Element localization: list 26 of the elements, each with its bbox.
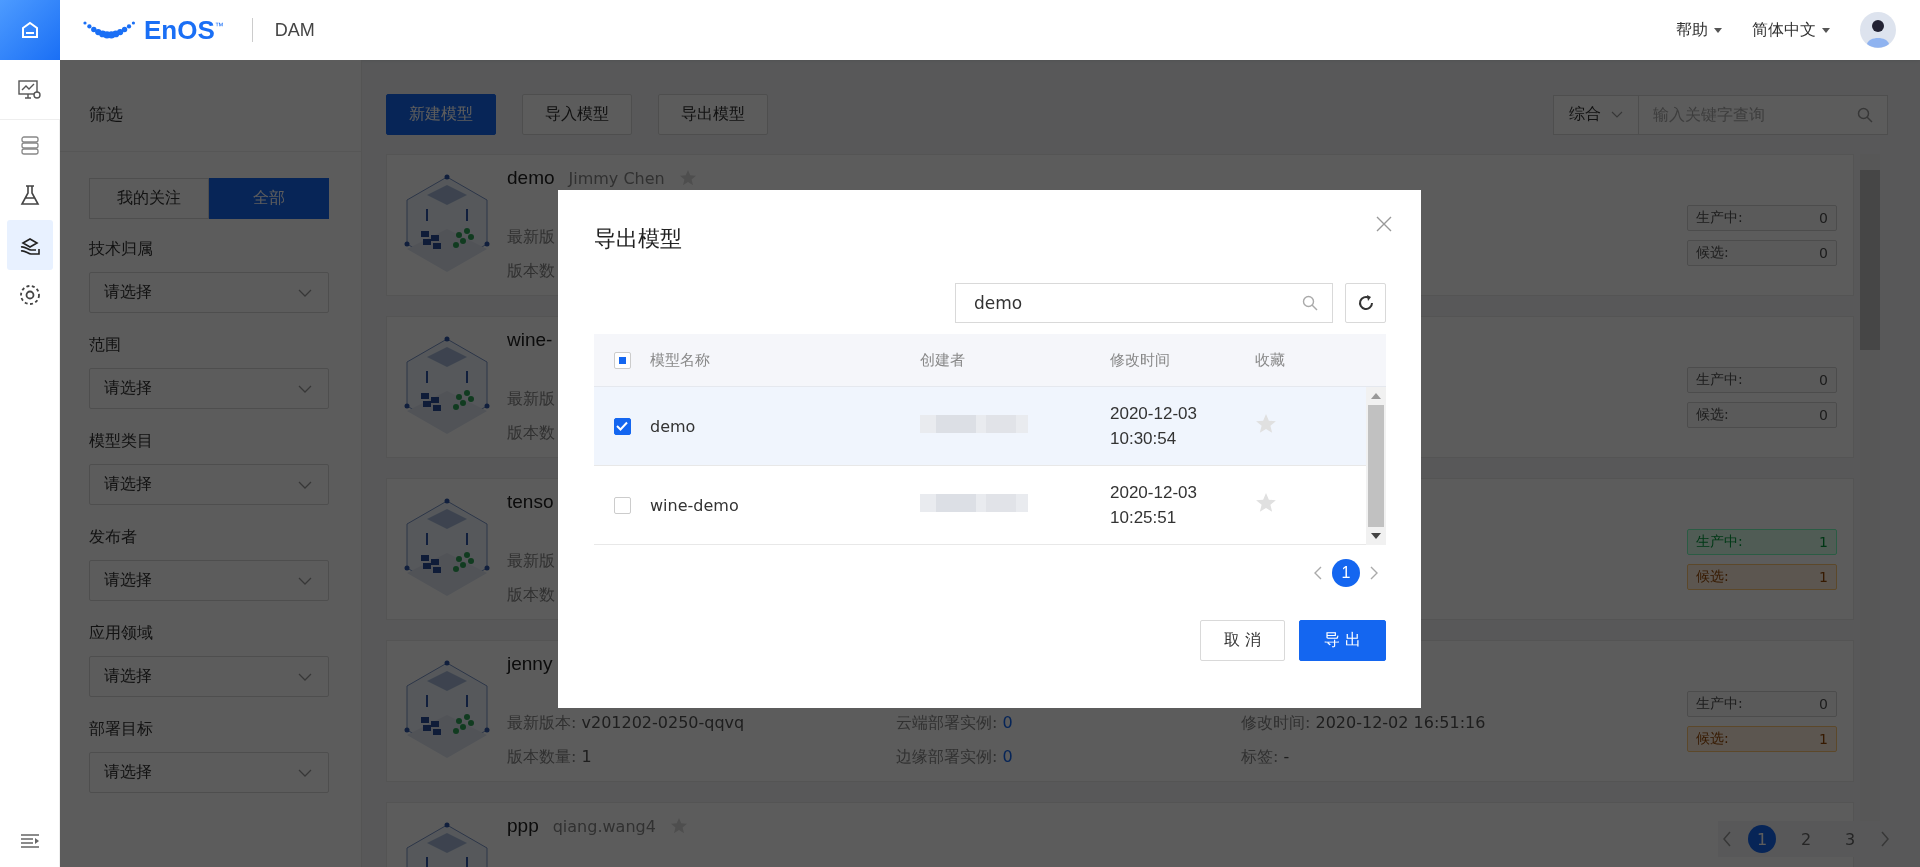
status-badge: 候选: 0 [1687,402,1837,428]
status-badge: 生产中: 1 [1687,529,1837,555]
status-badge: 候选: 1 [1687,726,1837,752]
status-badge: 生产中: 0 [1687,691,1837,717]
panel-title: 筛选 [89,103,123,126]
table-cell: 2020-12-03 10:25:51 [1110,483,1197,527]
status-badge: 候选: 0 [1687,240,1837,266]
table-cell: wine-demo [650,495,739,515]
status-badge: 候选: 1 [1687,564,1837,590]
status-badge: 生产中: 0 [1687,367,1837,393]
column-header: 收藏 [1255,351,1285,369]
field-label: 模型类目 [89,431,154,452]
field-label: 部署目标 [89,719,154,740]
column-header: 模型名称 [650,351,710,369]
field-label: 技术归属 [89,239,154,260]
column-header: 创建者 [920,351,965,369]
app-name: DAM [274,19,315,41]
column-header: 修改时间 [1110,351,1170,369]
table-cell: demo [650,416,696,436]
field-label: 范围 [89,335,122,356]
field-label: 应用领域 [89,623,154,644]
field-label: 发布者 [89,527,138,548]
status-badge: 生产中: 0 [1687,205,1837,231]
dialog-title: 导出模型 [594,225,682,253]
table-cell: 2020-12-03 10:30:54 [1110,404,1197,448]
brand-name: EnOS$^{™}$ [144,14,224,46]
